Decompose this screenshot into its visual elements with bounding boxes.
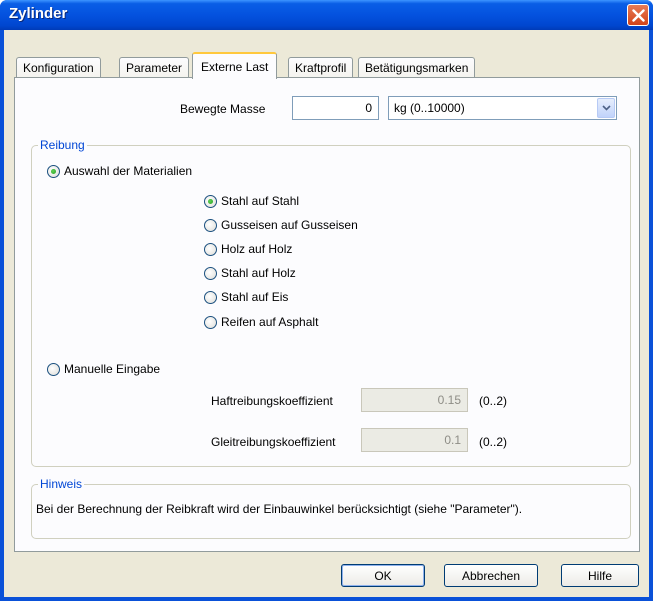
material-mode-label: Auswahl der Materialien xyxy=(64,164,193,178)
sliding-friction-input[interactable]: 0.1 xyxy=(361,428,468,452)
material-label: Gusseisen auf Gusseisen xyxy=(221,218,358,232)
unit-select[interactable]: kg (0..10000) xyxy=(388,96,617,120)
radio-icon xyxy=(204,315,217,329)
sliding-friction-label: Gleitreibungskoeffizient xyxy=(211,435,336,449)
tab-parameter[interactable]: Parameter xyxy=(119,57,190,78)
radio-selected-icon xyxy=(47,164,60,178)
mass-input[interactable]: 0 xyxy=(292,96,379,120)
close-icon xyxy=(632,9,645,22)
material-label: Stahl auf Holz xyxy=(221,266,296,280)
tab-konfiguration[interactable]: Konfiguration xyxy=(16,57,101,78)
tab-panel-externe-last: Bewegte Masse 0 kg (0..10000) Reibung Au… xyxy=(14,77,640,552)
friction-group: Reibung xyxy=(31,138,631,467)
dialog-window: Zylinder Konfiguration Parameter Externe… xyxy=(0,0,653,601)
title-bar[interactable]: Zylinder xyxy=(0,0,653,30)
material-label: Stahl auf Eis xyxy=(221,290,289,304)
static-friction-range: (0..2) xyxy=(479,394,508,408)
static-friction-input[interactable]: 0.15 xyxy=(361,388,468,412)
help-button[interactable]: Hilfe xyxy=(561,564,639,587)
window-title: Zylinder xyxy=(9,5,68,22)
radio-icon xyxy=(204,266,217,280)
dropdown-button[interactable] xyxy=(597,98,615,118)
radio-icon xyxy=(204,242,217,256)
hint-group-title: Hinweis xyxy=(38,477,85,491)
radio-manual-input[interactable]: Manuelle Eingabe xyxy=(47,362,160,376)
radio-material-3[interactable]: Stahl auf Holz xyxy=(204,266,296,280)
tab-externe-last[interactable]: Externe Last xyxy=(192,52,278,79)
radio-icon xyxy=(204,290,217,304)
radio-icon xyxy=(47,362,60,376)
unit-select-value: kg (0..10000) xyxy=(394,101,465,115)
tab-betaetigungsmarken[interactable]: Betätigungsmarken xyxy=(358,57,476,78)
radio-material-4[interactable]: Stahl auf Eis xyxy=(204,290,288,304)
sliding-friction-range: (0..2) xyxy=(479,435,508,449)
material-label: Stahl auf Stahl xyxy=(221,194,300,208)
chevron-down-icon xyxy=(602,105,611,111)
ok-button[interactable]: OK xyxy=(341,564,425,587)
radio-material-5[interactable]: Reifen auf Asphalt xyxy=(204,315,318,329)
manual-mode-label: Manuelle Eingabe xyxy=(64,362,161,376)
radio-material-1[interactable]: Gusseisen auf Gusseisen xyxy=(204,218,358,232)
radio-material-0[interactable]: Stahl auf Stahl xyxy=(204,194,299,208)
dialog-client: Konfiguration Parameter Externe Last Kra… xyxy=(4,30,649,597)
cancel-button[interactable]: Abbrechen xyxy=(444,564,538,587)
radio-material-selection[interactable]: Auswahl der Materialien xyxy=(47,164,192,178)
static-friction-label: Haftreibungskoeffizient xyxy=(211,394,333,408)
radio-selected-icon xyxy=(204,194,217,208)
mass-label: Bewegte Masse xyxy=(180,102,266,116)
radio-icon xyxy=(204,218,217,232)
material-label: Holz auf Holz xyxy=(221,242,293,256)
tab-kraftprofil[interactable]: Kraftprofil xyxy=(288,57,354,78)
material-label: Reifen auf Asphalt xyxy=(221,315,319,329)
close-button[interactable] xyxy=(627,4,649,26)
friction-group-title: Reibung xyxy=(38,138,87,152)
radio-material-2[interactable]: Holz auf Holz xyxy=(204,242,292,256)
hint-text: Bei der Berechnung der Reibkraft wird de… xyxy=(36,502,523,516)
